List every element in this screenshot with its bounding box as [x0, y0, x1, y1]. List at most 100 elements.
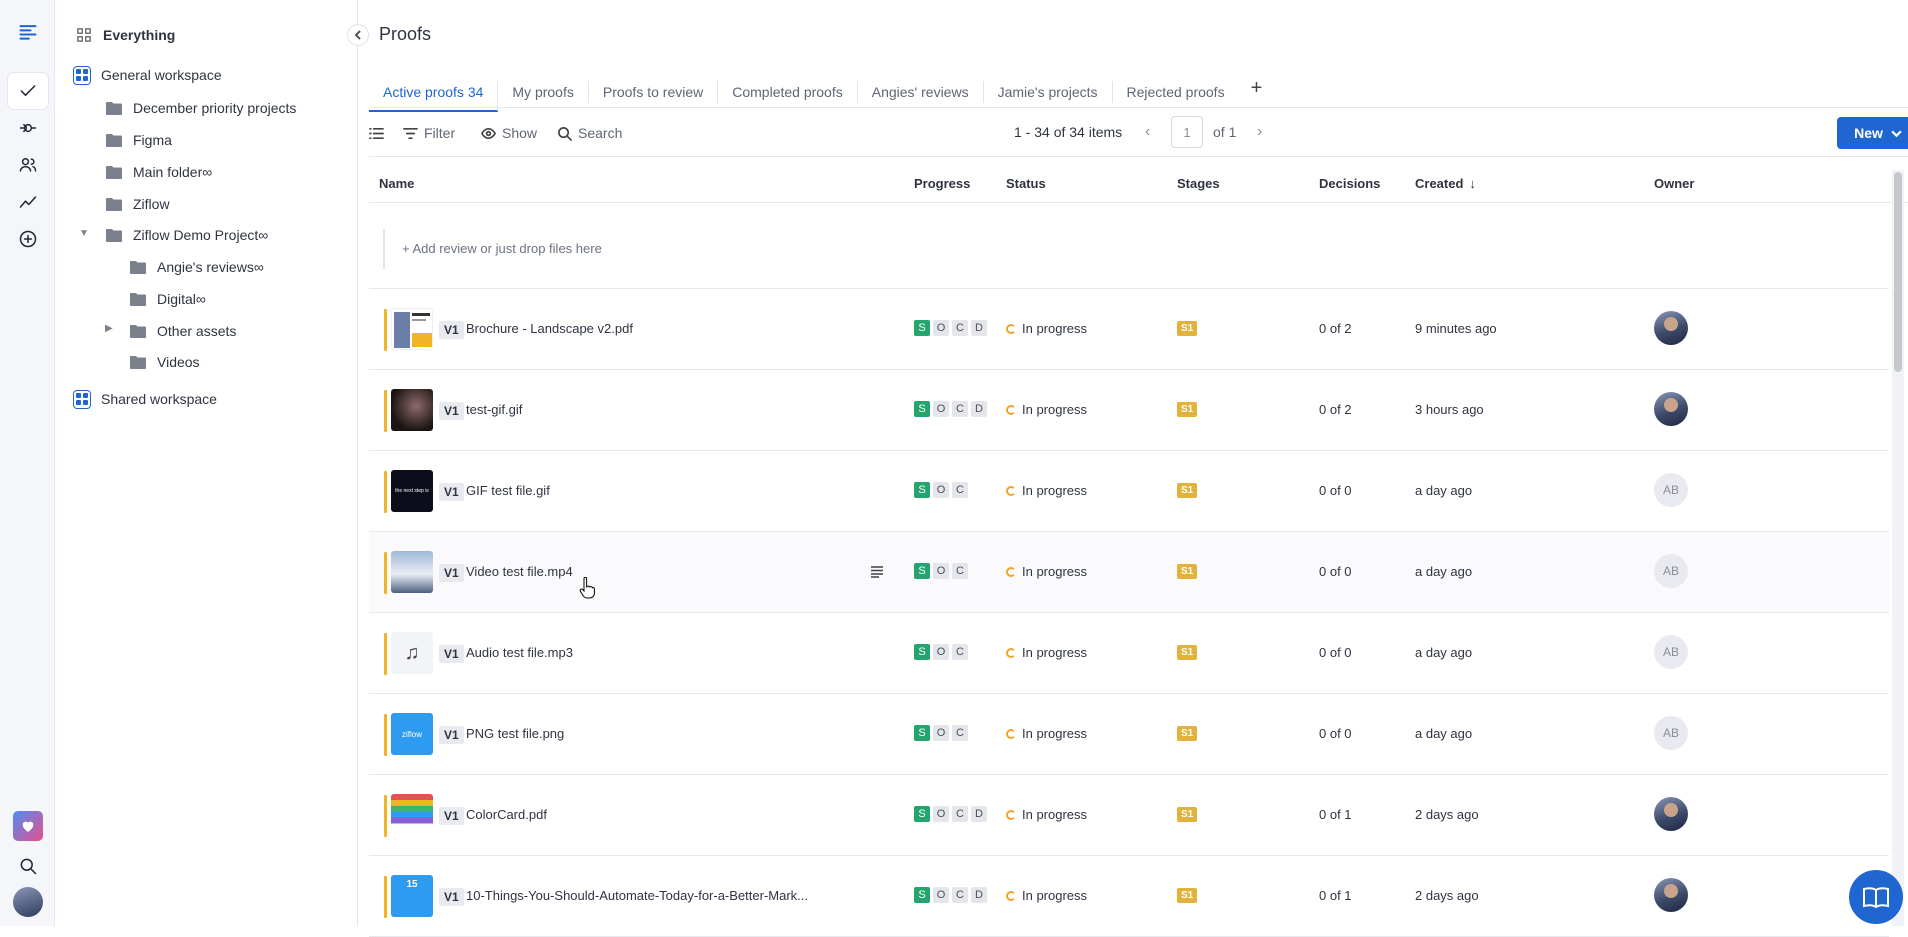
- thumbnail-audio[interactable]: ♫: [391, 632, 433, 674]
- folder-videos[interactable]: Videos: [129, 348, 200, 376]
- tab-proofs-to-review[interactable]: Proofs to review: [589, 81, 719, 103]
- caret-right-icon[interactable]: ▶: [105, 323, 113, 334]
- stage-badge[interactable]: S1: [1177, 645, 1198, 660]
- proof-name[interactable]: Brochure - Landscape v2.pdf: [466, 321, 633, 336]
- stage-badge[interactable]: S1: [1177, 564, 1198, 579]
- folder-icon: [129, 353, 147, 371]
- folder-angies-reviews[interactable]: Angie's reviews∞: [129, 253, 264, 281]
- proof-name[interactable]: Video test file.mp4: [466, 564, 573, 579]
- progress-pills: S O C D: [914, 806, 987, 822]
- caret-down-icon[interactable]: ▼: [79, 228, 89, 239]
- tab-jamies-projects[interactable]: Jamie's projects: [984, 81, 1113, 103]
- table-row[interactable]: ziflow V1 PNG test file.png S O C In pro…: [369, 694, 1889, 775]
- table-row[interactable]: ♫ V1 Audio test file.mp3 S O C In progre…: [369, 613, 1889, 694]
- tab-my-proofs[interactable]: My proofs: [498, 81, 589, 103]
- flow-icon[interactable]: [8, 110, 48, 146]
- table-row[interactable]: the next step is V1 GIF test file.gif S …: [369, 451, 1889, 532]
- help-book-button[interactable]: [1849, 870, 1903, 924]
- list-view-button[interactable]: [369, 115, 390, 151]
- stage-badge[interactable]: S1: [1177, 402, 1198, 417]
- owner-avatar[interactable]: AB: [1654, 635, 1688, 669]
- stage-badge[interactable]: S1: [1177, 483, 1198, 498]
- add-tab-button[interactable]: +: [1251, 77, 1263, 99]
- workspace-shared[interactable]: Shared workspace: [73, 385, 217, 413]
- table-row[interactable]: V1 ColorCard.pdf S O C D In progress S1 …: [369, 775, 1889, 856]
- folder-december[interactable]: December priority projects: [105, 94, 296, 122]
- contacts-icon[interactable]: [8, 147, 48, 183]
- folder-ziflow[interactable]: Ziflow: [105, 190, 170, 218]
- stage-badge[interactable]: S1: [1177, 726, 1198, 741]
- thumbnail-colorcard[interactable]: [391, 794, 433, 836]
- column-name[interactable]: Name: [379, 176, 414, 191]
- stage-badge[interactable]: S1: [1177, 888, 1198, 903]
- folder-other-assets[interactable]: Other assets: [129, 317, 236, 345]
- next-page-icon[interactable]: ›: [1257, 123, 1262, 141]
- table-row[interactable]: V1 Brochure - Landscape v2.pdf S O C D I…: [369, 289, 1889, 370]
- stage-badge[interactable]: S1: [1177, 321, 1198, 336]
- column-progress[interactable]: Progress: [914, 176, 970, 191]
- proof-name[interactable]: GIF test file.gif: [466, 483, 550, 498]
- add-review-link[interactable]: + Add review or just drop files here: [402, 241, 602, 256]
- filter-button[interactable]: Filter: [403, 115, 455, 151]
- comment-icon[interactable]: [865, 561, 889, 583]
- folder-label: Ziflow Demo Project∞: [133, 227, 269, 243]
- folder-icon: [129, 322, 147, 340]
- stage-badge[interactable]: S1: [1177, 807, 1198, 822]
- page-number-input[interactable]: [1171, 116, 1203, 148]
- folder-ziflow-demo[interactable]: Ziflow Demo Project∞: [105, 221, 268, 249]
- owner-avatar[interactable]: AB: [1654, 716, 1688, 750]
- search-icon[interactable]: [8, 848, 48, 884]
- folder-digital[interactable]: Digital∞: [129, 285, 206, 313]
- column-status[interactable]: Status: [1006, 176, 1046, 191]
- nav-everything[interactable]: Everything: [75, 21, 175, 49]
- progress-step: D: [971, 887, 987, 903]
- proof-name[interactable]: PNG test file.png: [466, 726, 564, 741]
- menu-icon[interactable]: [8, 14, 48, 50]
- owner-avatar[interactable]: [1654, 878, 1688, 912]
- prev-page-icon[interactable]: ‹: [1145, 123, 1150, 141]
- tab-rejected-proofs[interactable]: Rejected proofs: [1113, 81, 1239, 103]
- thumbnail-png[interactable]: ziflow: [391, 713, 433, 755]
- progress-step: S: [914, 482, 930, 498]
- add-review-dropzone[interactable]: + Add review or just drop files here: [369, 203, 1889, 289]
- main-content: Proofs Active proofs 34 My proofs Proofs…: [359, 0, 1908, 937]
- table-row[interactable]: 15 V1 10-Things-You-Should-Automate-Toda…: [369, 856, 1889, 937]
- table-header: Name Progress Status Stages Decisions Cr…: [369, 163, 1908, 203]
- show-button[interactable]: Show: [481, 115, 537, 151]
- thumbnail-brochure[interactable]: [391, 308, 433, 350]
- owner-avatar[interactable]: [1654, 797, 1688, 831]
- tab-completed-proofs[interactable]: Completed proofs: [718, 81, 858, 103]
- proof-name[interactable]: ColorCard.pdf: [466, 807, 547, 822]
- folder-figma[interactable]: Figma: [105, 126, 172, 154]
- column-stages[interactable]: Stages: [1177, 176, 1220, 191]
- folder-main[interactable]: Main folder∞: [105, 158, 212, 186]
- add-circle-icon[interactable]: [8, 221, 48, 257]
- workspace-general[interactable]: General workspace: [73, 61, 222, 89]
- proofs-check-icon[interactable]: [8, 73, 48, 109]
- column-decisions[interactable]: Decisions: [1319, 176, 1380, 191]
- proof-name[interactable]: Audio test file.mp3: [466, 645, 573, 660]
- owner-avatar[interactable]: [1654, 311, 1688, 345]
- proof-name[interactable]: test-gif.gif: [466, 402, 522, 417]
- reports-icon[interactable]: [8, 184, 48, 220]
- column-created[interactable]: Created ↓: [1415, 176, 1476, 191]
- user-avatar[interactable]: [8, 884, 48, 920]
- owner-avatar[interactable]: [1654, 392, 1688, 426]
- new-button[interactable]: New: [1837, 117, 1908, 149]
- thumbnail-gif-test[interactable]: the next step is: [391, 470, 433, 512]
- scrollbar-thumb[interactable]: [1894, 172, 1902, 372]
- table-row[interactable]: V1 test-gif.gif S O C D In progress S1 0…: [369, 370, 1889, 451]
- column-owner[interactable]: Owner: [1654, 176, 1694, 191]
- tab-angies-reviews[interactable]: Angies' reviews: [858, 81, 984, 103]
- created: a day ago: [1415, 645, 1473, 660]
- table-row[interactable]: V1 Video test file.mp4 S O C In progress…: [369, 532, 1889, 613]
- thumbnail-gif[interactable]: [391, 389, 433, 431]
- status: In progress: [1006, 321, 1087, 336]
- search-button[interactable]: Search: [557, 115, 622, 151]
- owner-avatar[interactable]: AB: [1654, 554, 1688, 588]
- thumbnail-10-things[interactable]: 15: [391, 875, 433, 917]
- owner-avatar[interactable]: AB: [1654, 473, 1688, 507]
- proof-name[interactable]: 10-Things-You-Should-Automate-Today-for-…: [466, 888, 808, 903]
- heart-icon[interactable]: [8, 808, 48, 844]
- thumbnail-video[interactable]: [391, 551, 433, 593]
